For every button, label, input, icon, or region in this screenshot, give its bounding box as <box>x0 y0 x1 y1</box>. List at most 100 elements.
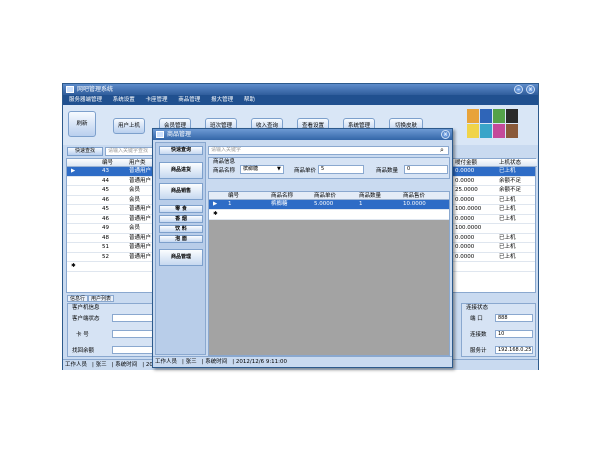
table-cell: 46 <box>102 215 109 222</box>
col-status: 上机状态 <box>499 160 522 166</box>
table-cell: 49 <box>102 225 109 231</box>
tab-user-list[interactable]: 用户列表 <box>88 295 115 302</box>
category-snacks[interactable]: 零 食 <box>159 205 203 213</box>
conn-count-label: 连接数 <box>470 332 487 338</box>
user-online-button[interactable]: 用户上机 <box>113 118 145 134</box>
restock-button[interactable]: 商品进货 <box>159 162 203 179</box>
dialog-close-button[interactable]: × <box>441 130 450 139</box>
price-field[interactable]: 5 <box>318 165 364 174</box>
tab-info[interactable]: 信息行 <box>67 295 89 302</box>
table-cell: 会员 <box>129 196 141 203</box>
dialog-search-icon[interactable]: ⌕ <box>440 146 444 155</box>
table-cell: 已上机 <box>499 196 516 203</box>
table-cell: 0.0000 <box>455 215 475 222</box>
table-cell: 46 <box>102 196 109 203</box>
table-cell: 普通用户 <box>129 234 152 241</box>
menu-item-help[interactable]: 帮助 <box>244 97 255 103</box>
quick-query-button[interactable]: 快速查询 <box>159 146 203 155</box>
swatch-blue[interactable] <box>480 109 492 123</box>
qty-field[interactable]: 0 <box>404 165 448 174</box>
swatch-black[interactable] <box>506 109 518 123</box>
sales-button[interactable]: 商品销售 <box>159 183 203 200</box>
port-field[interactable]: 888 <box>495 314 533 322</box>
goods-cell-sale: 10.0000 <box>403 201 426 207</box>
table-cell: 普通用户 <box>129 177 152 184</box>
minimize-button[interactable]: – <box>514 85 523 94</box>
conn-group-title: 连接状态 <box>466 305 489 311</box>
menu-item-report[interactable]: 报大管理 <box>211 97 233 103</box>
table-cell: 51 <box>102 244 109 250</box>
table-cell: 余额不足 <box>499 177 522 184</box>
gcol-id: 编号 <box>228 193 240 199</box>
table-cell: 普通用户 <box>129 206 152 212</box>
table-cell: 0.0000 <box>455 234 475 241</box>
table-cell: 0.0000 <box>455 177 475 184</box>
swatch-cyan[interactable] <box>480 124 492 138</box>
app-icon <box>66 86 74 93</box>
dialog-title: 商品管理 <box>167 131 192 138</box>
swatch-pink[interactable] <box>493 124 505 138</box>
swatch-orange[interactable] <box>467 109 479 123</box>
category-drinks[interactable]: 饮 料 <box>159 225 203 233</box>
new-row-icon: ✱ <box>213 211 218 217</box>
client-status-field[interactable] <box>112 314 154 322</box>
dialog-title-bar: 商品管理 × <box>153 129 452 140</box>
table-cell: 会员 <box>129 187 141 193</box>
category-cigarettes[interactable]: 香 烟 <box>159 215 203 223</box>
chevron-down-icon[interactable]: ▼ <box>277 166 281 172</box>
menu-item-goods[interactable]: 商品管理 <box>178 97 200 103</box>
table-cell: 45 <box>102 206 109 212</box>
goods-row[interactable]: ▶ 1 槟榔糖 5.0000 1 10.0000 <box>209 200 449 210</box>
menu-bar: 服务器端管理 系统设置 卡座管理 商品管理 报大管理 帮助 <box>63 95 538 105</box>
goods-cell-qty: 1 <box>359 201 363 207</box>
table-cell: 普通用户 <box>129 244 152 250</box>
balance-label: 找回余额 <box>72 348 95 354</box>
goods-new-row[interactable]: ✱ <box>209 210 449 220</box>
time-label: 系统时间 <box>115 362 138 368</box>
staff-name: 张三 <box>95 362 107 368</box>
dialog-staff-label: 工作人员 <box>155 359 178 365</box>
table-cell: 100.0000 <box>455 206 482 212</box>
conn-count-field[interactable]: 10 <box>495 330 533 338</box>
dialog-sidebar: 快速查询 商品进货 商品销售 零 食 香 烟 饮 料 泡 面 商品管理 <box>155 142 206 355</box>
swatch-green[interactable] <box>493 109 505 123</box>
goods-info-group: 商品信息 商品名称 槟榔糖 ▼ 商品单价 5 商品数量 0 <box>208 157 450 179</box>
table-cell: 余额不足 <box>499 187 522 193</box>
balance-field[interactable] <box>112 346 154 354</box>
qty-label: 商品数量 <box>376 168 399 174</box>
card-no-field[interactable] <box>112 330 154 338</box>
row-pointer-icon: ▶ <box>213 201 218 207</box>
table-cell: 44 <box>102 177 109 184</box>
table-cell: 0.0000 <box>455 168 475 174</box>
goods-manage-button[interactable]: 商品管理 <box>159 249 203 266</box>
table-cell: 0.0000 <box>455 244 475 250</box>
table-cell: 普通用户 <box>129 253 152 260</box>
dialog-search-input[interactable]: 请输入关键字 <box>208 146 449 155</box>
table-cell: 已上机 <box>499 234 516 241</box>
dialog-time-label: 系统时间 <box>205 359 228 365</box>
col-prepaid: 嗳付金额 <box>455 160 478 166</box>
menu-item-server[interactable]: 服务器端管理 <box>69 97 102 103</box>
swatch-yellow[interactable] <box>467 124 479 138</box>
table-cell: 普通用户 <box>129 168 152 174</box>
goods-cell-id: 1 <box>228 201 232 207</box>
refresh-button[interactable]: 刷新 <box>68 111 96 137</box>
staff-label: 工作人员 <box>65 362 88 368</box>
quick-find-button[interactable]: 快速查找 <box>67 147 103 156</box>
price-label: 商品单价 <box>294 168 317 174</box>
table-cell: 普通用户 <box>129 215 152 222</box>
gcol-name: 商品名称 <box>271 193 294 199</box>
server-ip-field[interactable]: 192.168.0.25 <box>495 346 533 354</box>
category-noodles[interactable]: 泡 面 <box>159 235 203 243</box>
table-cell: 已上机 <box>499 206 516 212</box>
table-cell: 0.0000 <box>455 253 475 260</box>
menu-item-seat[interactable]: 卡座管理 <box>146 97 168 103</box>
dialog-staff-name: 张三 <box>185 359 197 365</box>
menu-item-settings[interactable]: 系统设置 <box>113 97 135 103</box>
table-cell: 48 <box>102 234 109 241</box>
close-button[interactable]: × <box>526 85 535 94</box>
table-cell: 52 <box>102 253 109 260</box>
server-label: 服务计 <box>470 348 487 354</box>
dialog-status-bar: 工作人员 | 张三 | 系统时间 | 2012/12/6 9:11:00 <box>153 356 452 367</box>
swatch-brown[interactable] <box>506 124 518 138</box>
